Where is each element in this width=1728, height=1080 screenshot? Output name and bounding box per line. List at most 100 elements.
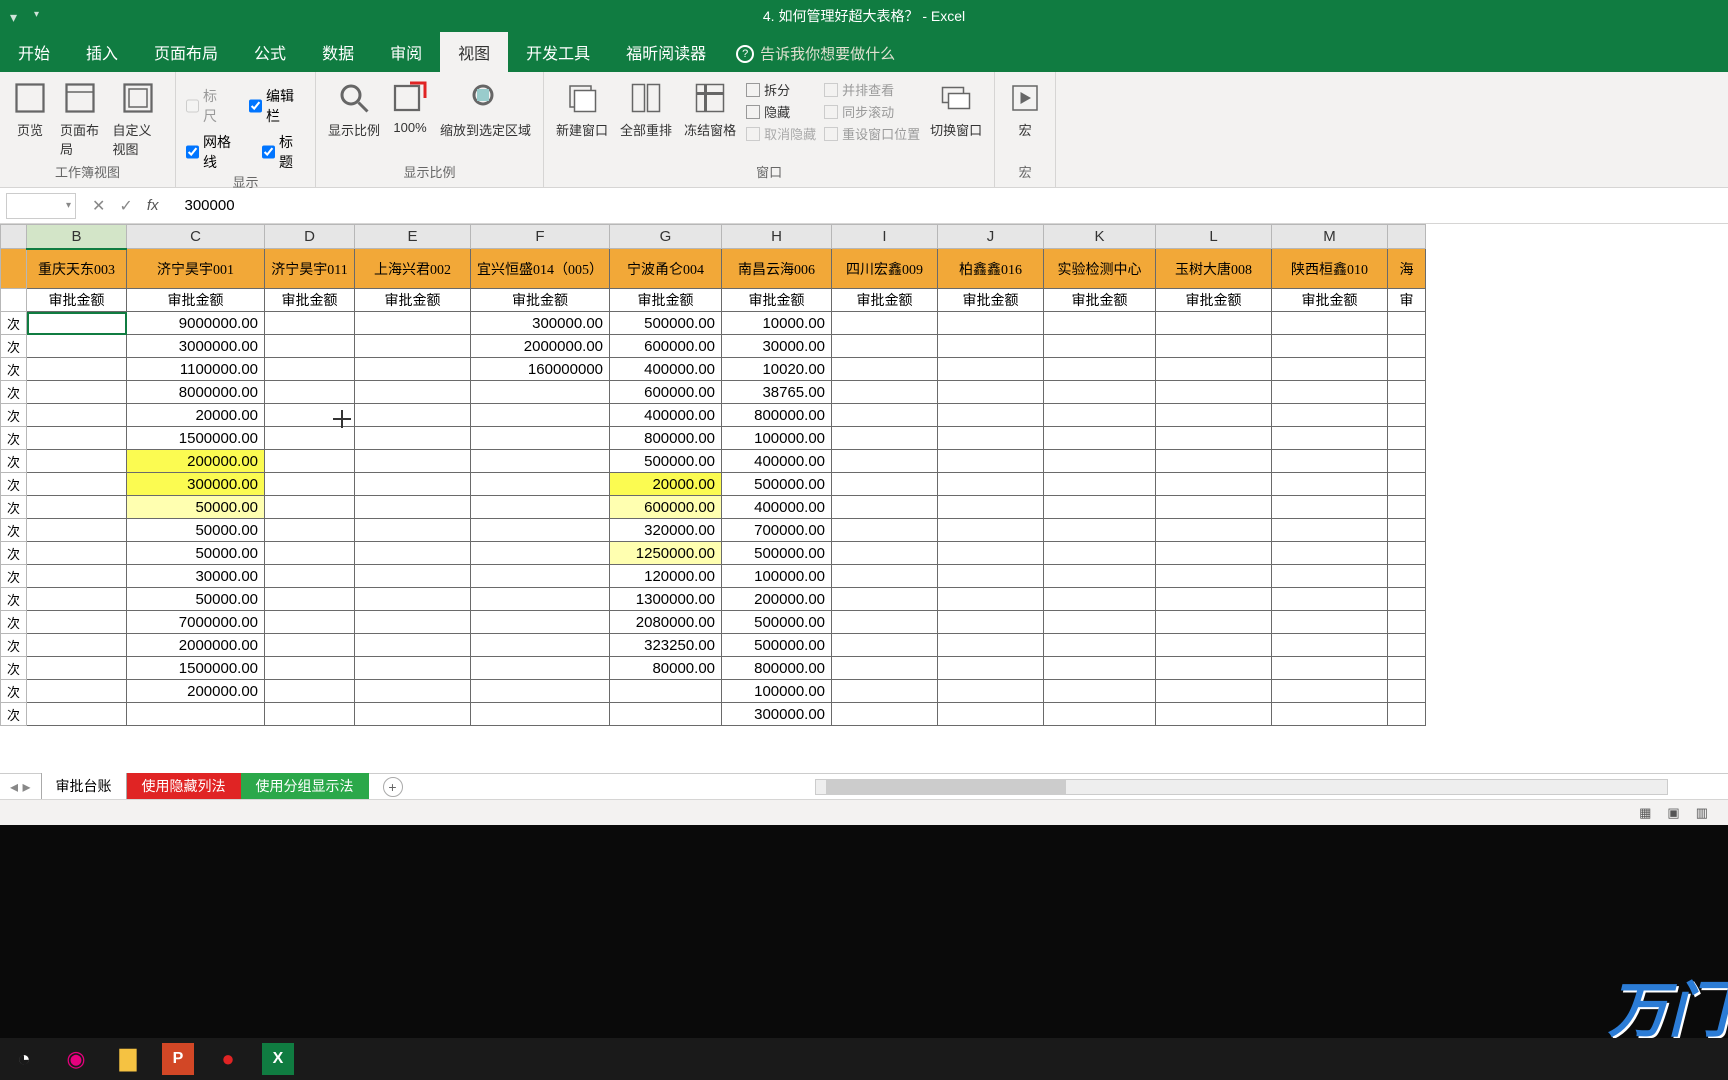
cell[interactable]: 2080000.00 [610,611,722,634]
cell[interactable] [1272,427,1388,450]
row-prefix[interactable]: 次 [1,450,27,473]
cell[interactable] [1156,404,1272,427]
ruler-checkbox[interactable]: 标尺 [186,86,229,126]
cell[interactable]: 20000.00 [610,473,722,496]
cell[interactable] [355,312,471,335]
cell[interactable] [938,312,1044,335]
cell[interactable]: 200000.00 [127,680,265,703]
cell[interactable]: 160000000 [471,358,610,381]
cell[interactable] [471,519,610,542]
cell[interactable] [471,496,610,519]
cell[interactable] [471,450,610,473]
ribbon-tab-福昕阅读器[interactable]: 福昕阅读器 [608,32,724,72]
cell[interactable] [1156,358,1272,381]
cell[interactable]: 120000.00 [610,565,722,588]
column-header-L[interactable]: L [1156,225,1272,249]
column-header-B[interactable]: B [27,225,127,249]
cell[interactable]: 1300000.00 [610,588,722,611]
approval-header[interactable]: 审批金额 [610,289,722,312]
cell[interactable] [265,381,355,404]
view-break-icon[interactable]: ▥ [1696,805,1708,821]
cell[interactable] [355,404,471,427]
cell[interactable]: 9000000.00 [127,312,265,335]
cell[interactable] [1044,335,1156,358]
approval-header[interactable]: 审 [1388,289,1426,312]
cell[interactable] [1044,588,1156,611]
approval-header[interactable]: 审批金额 [355,289,471,312]
cell[interactable]: 600000.00 [610,496,722,519]
ribbon-tab-开发工具[interactable]: 开发工具 [508,32,608,72]
cell[interactable] [938,703,1044,726]
cell[interactable] [1388,404,1426,427]
approval-header[interactable]: 审批金额 [471,289,610,312]
gridlines-checkbox[interactable]: 网格线 [186,132,242,172]
cell[interactable]: 500000.00 [722,542,832,565]
cell[interactable] [938,680,1044,703]
column-header-D[interactable]: D [265,225,355,249]
cell[interactable]: 100000.00 [722,427,832,450]
ribbon-tab-数据[interactable]: 数据 [304,32,372,72]
arrange-all-button[interactable]: 全部重排 [618,76,674,143]
cell[interactable] [27,496,127,519]
row-prefix[interactable]: 次 [1,473,27,496]
cell[interactable] [1388,703,1426,726]
cell[interactable] [938,450,1044,473]
cell[interactable]: 800000.00 [722,657,832,680]
cell[interactable] [1388,358,1426,381]
cell[interactable] [832,680,938,703]
cell[interactable] [1156,588,1272,611]
cell[interactable]: 500000.00 [722,634,832,657]
company-header[interactable]: 陕西桓鑫010 [1272,249,1388,289]
cell[interactable]: 8000000.00 [127,381,265,404]
cell[interactable] [938,588,1044,611]
cell[interactable] [1044,358,1156,381]
cell[interactable] [1388,657,1426,680]
cell[interactable] [355,358,471,381]
cell[interactable] [832,312,938,335]
cell[interactable]: 400000.00 [722,496,832,519]
row-prefix[interactable]: 次 [1,565,27,588]
cell[interactable] [1156,312,1272,335]
taskbar-record-icon[interactable]: ● [210,1041,246,1077]
view-normal-icon[interactable]: ▦ [1639,805,1651,821]
row-prefix[interactable]: 次 [1,427,27,450]
cell[interactable] [265,496,355,519]
cell[interactable] [1388,335,1426,358]
taskbar-camera-icon[interactable]: ◉ [58,1041,94,1077]
row-prefix[interactable]: 次 [1,335,27,358]
cell[interactable] [1388,634,1426,657]
cell[interactable] [355,611,471,634]
cell[interactable] [1388,565,1426,588]
row-prefix[interactable]: 次 [1,381,27,404]
cell[interactable] [938,427,1044,450]
cell[interactable] [1044,473,1156,496]
cell[interactable] [832,404,938,427]
sheet-tab[interactable]: 使用分组显示法 [241,773,369,800]
formulabar-checkbox[interactable]: 编辑栏 [249,86,305,126]
cell[interactable] [265,611,355,634]
cell[interactable] [355,519,471,542]
approval-header[interactable]: 审批金额 [722,289,832,312]
cell[interactable]: 1100000.00 [127,358,265,381]
cell[interactable] [1272,335,1388,358]
cell[interactable] [1044,703,1156,726]
cell[interactable] [27,588,127,611]
hide-button[interactable]: 隐藏 [746,102,816,121]
cell[interactable] [1044,611,1156,634]
cell[interactable] [265,404,355,427]
cell[interactable] [832,565,938,588]
cell[interactable] [1044,565,1156,588]
cell[interactable] [1044,450,1156,473]
taskbar-excel-icon[interactable]: X [262,1043,294,1075]
cell[interactable] [1388,312,1426,335]
cell[interactable] [938,657,1044,680]
confirm-icon[interactable]: ✓ [119,196,132,216]
unhide-button[interactable]: 取消隐藏 [746,124,816,143]
cell[interactable] [832,427,938,450]
cell[interactable] [832,611,938,634]
cell[interactable] [265,657,355,680]
sheet-tab[interactable]: 审批台账 [41,773,127,800]
cell[interactable] [1272,312,1388,335]
cell[interactable] [471,427,610,450]
sheet-nav[interactable]: ◂ ▸ [0,777,41,797]
